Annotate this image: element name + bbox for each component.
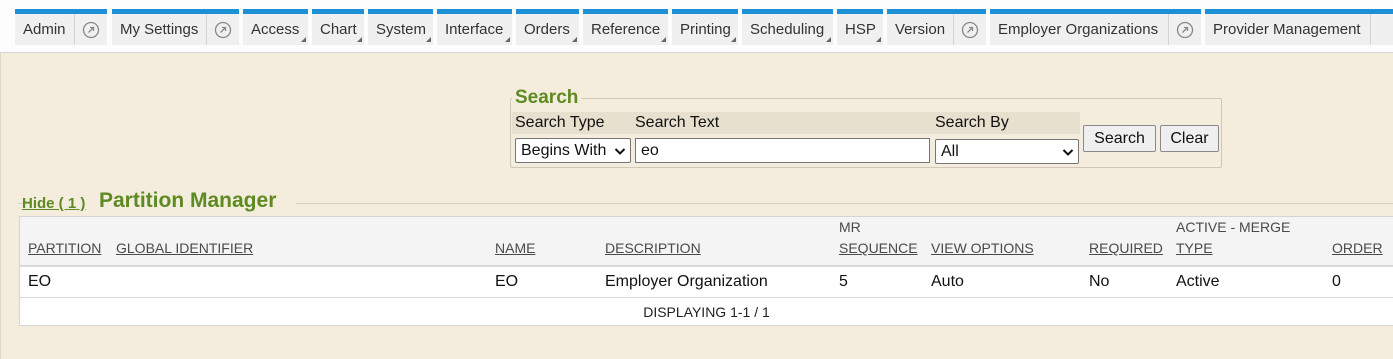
dropdown-corner-icon bbox=[357, 37, 362, 42]
tab-chart-label: Chart bbox=[320, 21, 357, 38]
column-header-description[interactable]: DESCRIPTION bbox=[605, 238, 701, 259]
popout-icon[interactable] bbox=[1370, 14, 1393, 45]
column-header-name[interactable]: NAME bbox=[495, 238, 535, 259]
section-rule bbox=[296, 203, 1393, 204]
clear-button[interactable]: Clear bbox=[1160, 125, 1219, 152]
dropdown-corner-icon bbox=[301, 37, 306, 42]
section-title: Partition Manager bbox=[99, 189, 283, 213]
tab-interface-label: Interface bbox=[445, 21, 504, 38]
tab-chart[interactable]: Chart bbox=[312, 9, 364, 45]
partition-table: PARTITION GLOBAL IDENTIFIER NAME DESCRIP… bbox=[19, 216, 1393, 326]
dropdown-corner-icon bbox=[661, 37, 666, 42]
cell-partition: EO bbox=[28, 273, 52, 290]
tab-interface[interactable]: Interface bbox=[437, 9, 512, 45]
popout-icon[interactable] bbox=[206, 14, 239, 45]
search-text-label: Search Text bbox=[632, 112, 932, 134]
top-tab-bar: Admin My Settings Access Chart System In… bbox=[0, 0, 1393, 53]
column-header-mr-sequence[interactable]: MR SEQUENCE bbox=[839, 219, 918, 259]
page-left-border bbox=[0, 53, 1, 359]
tab-orders-label: Orders bbox=[524, 21, 570, 38]
dropdown-corner-icon bbox=[505, 37, 510, 42]
chevron-down-icon bbox=[1062, 149, 1074, 156]
tab-reference[interactable]: Reference bbox=[583, 9, 668, 45]
tab-employer-organizations-label: Employer Organizations bbox=[998, 21, 1159, 38]
popout-icon[interactable] bbox=[74, 14, 107, 45]
table-header: PARTITION GLOBAL IDENTIFIER NAME DESCRIP… bbox=[20, 217, 1393, 267]
tab-admin-label: Admin bbox=[23, 21, 66, 38]
tab-employer-organizations[interactable]: Employer Organizations bbox=[990, 9, 1201, 45]
tab-scheduling-label: Scheduling bbox=[750, 21, 825, 38]
search-type-label: Search Type bbox=[512, 112, 632, 134]
column-header-required[interactable]: REQUIRED bbox=[1089, 238, 1163, 259]
tab-version[interactable]: Version bbox=[887, 9, 986, 45]
cell-mr-sequence: 5 bbox=[839, 273, 848, 290]
tab-hsp[interactable]: HSP bbox=[837, 9, 883, 45]
search-button[interactable]: Search bbox=[1083, 125, 1156, 152]
search-legend: Search bbox=[512, 87, 582, 109]
tab-my-settings[interactable]: My Settings bbox=[112, 9, 239, 45]
tab-reference-label: Reference bbox=[591, 21, 661, 38]
search-text-input[interactable]: eo bbox=[635, 138, 930, 163]
column-header-order[interactable]: ORDER bbox=[1332, 238, 1383, 259]
column-header-view-options[interactable]: VIEW OPTIONS bbox=[931, 238, 1034, 259]
column-header-partition[interactable]: PARTITION bbox=[28, 238, 101, 259]
popout-icon[interactable] bbox=[953, 14, 986, 45]
tab-provider-management[interactable]: Provider Management bbox=[1205, 9, 1393, 45]
column-header-active-merge-line1: ACTIVE - MERGE bbox=[1176, 219, 1291, 235]
column-header-active-merge-type[interactable]: ACTIVE - MERGE TYPE bbox=[1176, 219, 1290, 259]
dropdown-corner-icon bbox=[731, 37, 736, 42]
cell-required: No bbox=[1089, 273, 1110, 290]
popout-icon[interactable] bbox=[1168, 14, 1201, 45]
tab-printing-label: Printing bbox=[680, 21, 731, 38]
tab-my-settings-label: My Settings bbox=[120, 21, 199, 38]
dropdown-corner-icon bbox=[826, 37, 831, 42]
tab-system[interactable]: System bbox=[368, 9, 433, 45]
search-by-select[interactable]: All bbox=[935, 139, 1079, 164]
tab-printing[interactable]: Printing bbox=[672, 9, 738, 45]
cell-order: 0 bbox=[1332, 273, 1341, 290]
search-text-value: eo bbox=[641, 141, 659, 159]
dropdown-corner-icon bbox=[426, 37, 431, 42]
cell-active-merge-type: Active bbox=[1176, 273, 1220, 290]
search-by-value: All bbox=[941, 142, 959, 160]
hide-link[interactable]: Hide ( 1 ) bbox=[22, 195, 85, 212]
column-header-global-identifier[interactable]: GLOBAL IDENTIFIER bbox=[116, 238, 253, 259]
tab-hsp-label: HSP bbox=[845, 21, 876, 38]
column-header-mr-line2: SEQUENCE bbox=[839, 240, 918, 256]
pagination-status: DISPLAYING 1-1 / 1 bbox=[20, 297, 1393, 326]
tab-orders[interactable]: Orders bbox=[516, 9, 579, 45]
dropdown-corner-icon bbox=[876, 37, 881, 42]
chevron-down-icon bbox=[614, 148, 626, 155]
column-header-mr-line1: MR bbox=[839, 219, 861, 235]
tab-admin[interactable]: Admin bbox=[15, 9, 107, 45]
search-type-value: Begins With bbox=[521, 141, 607, 159]
search-by-label: Search By bbox=[932, 112, 1080, 134]
tab-provider-management-label: Provider Management bbox=[1213, 21, 1361, 38]
tab-scheduling[interactable]: Scheduling bbox=[742, 9, 833, 45]
cell-view-options: Auto bbox=[931, 273, 964, 290]
tab-access[interactable]: Access bbox=[243, 9, 308, 45]
tab-access-label: Access bbox=[251, 21, 300, 38]
tab-system-label: System bbox=[376, 21, 427, 38]
cell-description: Employer Organization bbox=[605, 273, 768, 290]
cell-name: EO bbox=[495, 273, 519, 290]
dropdown-corner-icon bbox=[572, 37, 577, 42]
search-type-select[interactable]: Begins With bbox=[515, 138, 631, 163]
tab-version-label: Version bbox=[895, 21, 946, 38]
column-header-active-merge-line2: TYPE bbox=[1176, 240, 1213, 256]
